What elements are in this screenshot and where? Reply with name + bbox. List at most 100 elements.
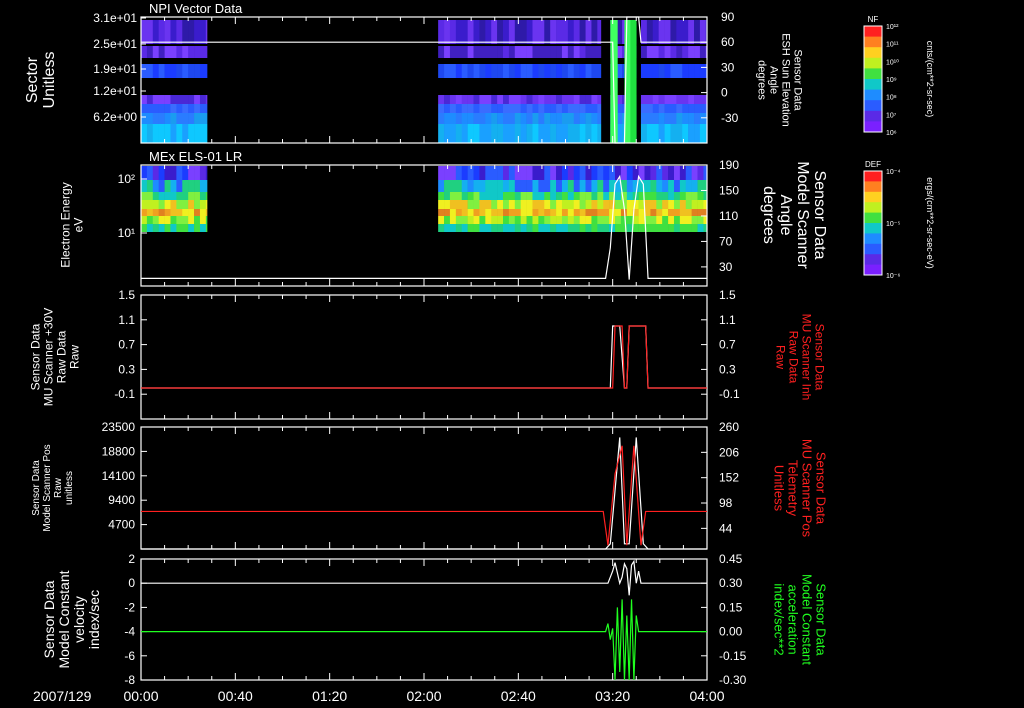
heatmap-cell bbox=[597, 95, 602, 104]
axis-label-line: velocity bbox=[71, 596, 87, 643]
heatmap-cell bbox=[679, 224, 687, 232]
els-spectrogram-band bbox=[438, 224, 708, 232]
axis-label-line: Raw bbox=[53, 477, 64, 498]
heatmap-cell bbox=[485, 95, 492, 104]
heatmap-cell bbox=[438, 224, 445, 232]
heatmap-cell bbox=[520, 216, 527, 224]
heatmap-cell bbox=[620, 166, 628, 180]
heatmap-cell bbox=[591, 113, 598, 124]
heatmap-cell bbox=[444, 113, 451, 124]
right-tick-label: 0.15 bbox=[719, 600, 743, 614]
heatmap-cell bbox=[444, 20, 451, 44]
heatmap-cell bbox=[567, 124, 575, 143]
axis-label-line: Sector bbox=[24, 56, 41, 103]
heatmap-cell bbox=[182, 166, 189, 180]
heatmap-cell bbox=[561, 180, 569, 192]
heatmap-cell bbox=[497, 20, 504, 44]
colorbar-tick-label: 10¹⁰ bbox=[886, 58, 899, 66]
heatmap-cell bbox=[164, 95, 171, 104]
els-spectrogram-band bbox=[438, 209, 708, 216]
npi-right-tick-label: -30 bbox=[721, 111, 739, 125]
heatmap-cell bbox=[597, 180, 604, 192]
heatmap-cell bbox=[497, 124, 504, 143]
heatmap-cell bbox=[638, 224, 645, 232]
heatmap-cell bbox=[455, 216, 463, 224]
heatmap-cell bbox=[664, 20, 671, 44]
npi-spectrogram-band bbox=[640, 124, 708, 143]
npi-left-tick-label: 1.9e+01 bbox=[93, 62, 137, 76]
heatmap-cell bbox=[670, 104, 677, 113]
heatmap-cell bbox=[473, 124, 480, 143]
right-axis-label: Sensor DataMU Scanner InhRaw DataRaw bbox=[774, 314, 827, 401]
heatmap-cell bbox=[182, 104, 189, 113]
heatmap-cell bbox=[473, 20, 480, 44]
left-tick-label: -2 bbox=[124, 600, 135, 614]
right-tick-label: 260 bbox=[719, 420, 739, 434]
x-tick-label: 00:00 bbox=[123, 688, 158, 704]
heatmap-cell bbox=[444, 104, 451, 113]
heatmap-cell bbox=[467, 216, 474, 224]
heatmap-cell bbox=[638, 216, 645, 224]
heatmap-cell bbox=[205, 64, 208, 78]
heatmap-cell bbox=[199, 46, 207, 58]
heatmap-cell bbox=[556, 64, 563, 78]
heatmap-cell bbox=[544, 224, 551, 232]
heatmap-cell bbox=[579, 224, 586, 232]
heatmap-cell bbox=[491, 180, 498, 192]
heatmap-cell bbox=[158, 95, 165, 104]
heatmap-cell bbox=[673, 216, 681, 224]
heatmap-cell bbox=[603, 200, 610, 209]
heatmap-cell bbox=[550, 124, 557, 143]
right-tick-label: 206 bbox=[719, 445, 739, 459]
heatmap-cell bbox=[526, 200, 533, 209]
heatmap-cell bbox=[685, 200, 692, 209]
heatmap-cell bbox=[449, 95, 457, 104]
heatmap-cell bbox=[438, 113, 445, 124]
heatmap-cell bbox=[467, 209, 474, 216]
heatmap-cell bbox=[573, 20, 580, 44]
npi-spectrogram-band bbox=[438, 113, 602, 124]
heatmap-cell bbox=[520, 95, 527, 104]
heatmap-cell bbox=[567, 200, 575, 209]
heatmap-cell bbox=[158, 104, 165, 113]
heatmap-cell bbox=[176, 124, 183, 143]
left-axis-label: Sensor Data Model Scanner Pos Raw unitless bbox=[31, 444, 75, 531]
heatmap-cell bbox=[455, 124, 463, 143]
right-tick-label: 0.00 bbox=[719, 625, 743, 639]
heatmap-cell bbox=[673, 209, 681, 216]
heatmap-cell bbox=[673, 192, 681, 200]
heatmap-cell bbox=[656, 216, 663, 224]
heatmap-cell bbox=[520, 46, 527, 58]
heatmap-cell bbox=[550, 180, 557, 192]
heatmap-cell bbox=[485, 224, 492, 232]
colorbar-units-label: ergs/(cm**2-sr-sec-eV) bbox=[925, 177, 935, 269]
heatmap-cell bbox=[597, 64, 602, 78]
heatmap-cell bbox=[449, 113, 457, 124]
npi-left-label: Sector Unitless bbox=[24, 52, 58, 109]
heatmap-cell bbox=[579, 200, 586, 209]
heatmap-cell bbox=[694, 104, 701, 113]
heatmap-cell bbox=[658, 46, 665, 58]
heatmap-cell bbox=[668, 200, 675, 209]
heatmap-cell bbox=[461, 95, 468, 104]
heatmap-cell bbox=[158, 124, 165, 143]
els-spectrogram-band bbox=[438, 180, 708, 192]
heatmap-cell bbox=[514, 224, 521, 232]
heatmap-cell bbox=[438, 124, 445, 143]
heatmap-cell bbox=[567, 20, 575, 44]
heatmap-cell bbox=[550, 20, 557, 44]
heatmap-cell bbox=[188, 216, 195, 224]
heatmap-cell bbox=[205, 46, 208, 58]
npi-spectrogram-band bbox=[640, 46, 708, 58]
heatmap-cell bbox=[597, 209, 604, 216]
heatmap-cell bbox=[662, 209, 669, 216]
npi-right-label: Sensor DataESH Sun ElevationAngledegrees bbox=[755, 33, 803, 127]
heatmap-cell bbox=[685, 192, 692, 200]
heatmap-cell bbox=[679, 200, 687, 209]
npi-spectrogram-band bbox=[141, 104, 208, 113]
heatmap-cell bbox=[170, 64, 177, 78]
axis-label-line: unitless bbox=[64, 471, 75, 505]
heatmap-cell bbox=[650, 166, 657, 180]
heatmap-cell bbox=[461, 216, 468, 224]
heatmap-cell bbox=[182, 180, 189, 192]
